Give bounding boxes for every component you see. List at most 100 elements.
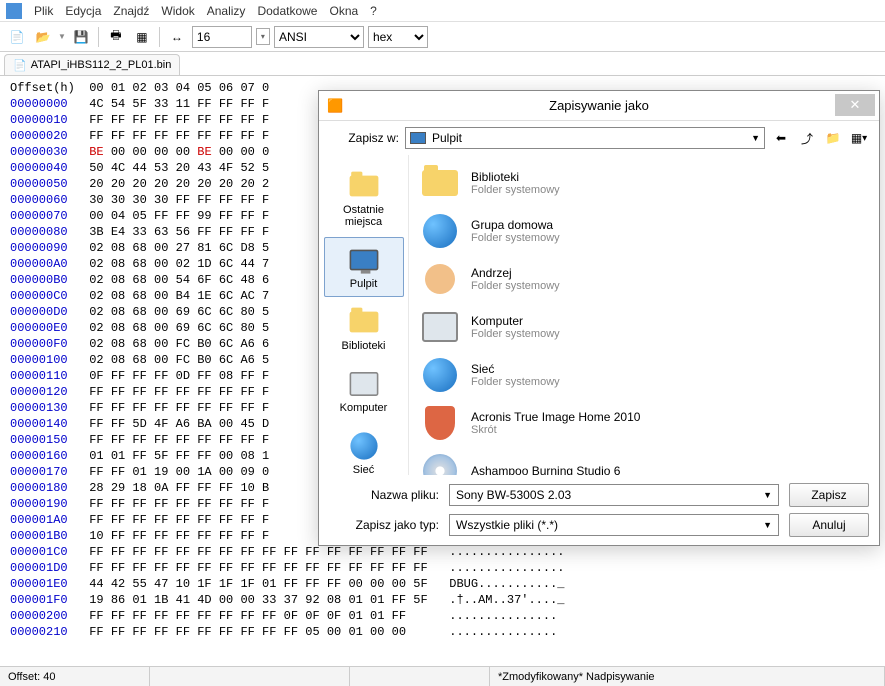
item-subtitle: Folder systemowy bbox=[471, 328, 560, 340]
dialog-bottom: Nazwa pliku: Sony BW-5300S 2.03 ▼ Zapisz… bbox=[319, 475, 879, 545]
save-button[interactable]: Zapisz bbox=[789, 483, 869, 507]
menu-item[interactable]: ? bbox=[370, 4, 377, 18]
status-empty1 bbox=[150, 667, 350, 686]
mode-select[interactable]: hex bbox=[368, 26, 428, 48]
item-subtitle: Folder systemowy bbox=[471, 280, 560, 292]
place-komputer[interactable]: Komputer bbox=[324, 361, 404, 421]
menu-item[interactable]: Dodatkowe bbox=[257, 4, 317, 18]
chip-icon[interactable]: ▦ bbox=[131, 26, 153, 48]
open-folder-icon[interactable]: 📂 bbox=[32, 26, 54, 48]
menu-item[interactable]: Widok bbox=[161, 4, 194, 18]
list-item[interactable]: AndrzejFolder systemowy bbox=[411, 255, 877, 303]
list-item[interactable]: KomputerFolder systemowy bbox=[411, 303, 877, 351]
place-icon bbox=[344, 170, 384, 202]
filename-input[interactable]: Sony BW-5300S 2.03 ▼ bbox=[449, 484, 779, 506]
filetype-value: Wszystkie pliki (*.*) bbox=[456, 518, 558, 532]
folder-icon bbox=[419, 163, 461, 203]
separator bbox=[98, 27, 99, 47]
place-icon bbox=[344, 430, 384, 462]
print-icon[interactable]: 🖶 bbox=[105, 26, 127, 48]
up-icon[interactable]: ⤴ bbox=[797, 128, 817, 148]
back-icon[interactable]: ⬅ bbox=[771, 128, 791, 148]
item-subtitle: Folder systemowy bbox=[471, 232, 560, 244]
places-bar: Ostatnie miejsca Pulpit Biblioteki Komputer… bbox=[319, 155, 409, 475]
item-subtitle: Folder systemowy bbox=[471, 376, 560, 388]
close-button[interactable]: ✕ bbox=[835, 94, 875, 116]
menu-item[interactable]: Plik bbox=[34, 4, 53, 18]
place-label: Ostatnie miejsca bbox=[327, 204, 401, 228]
users-icon bbox=[419, 211, 461, 251]
shield-icon bbox=[419, 403, 461, 443]
dialog-title: Zapisywanie jako bbox=[549, 98, 649, 113]
place-ostatnie-miejsca[interactable]: Ostatnie miejsca bbox=[324, 163, 404, 235]
tab-label: ATAPI_iHBS112_2_PL01.bin bbox=[31, 59, 172, 71]
new-file-icon[interactable]: 📄 bbox=[6, 26, 28, 48]
statusbar: Offset: 40 *Zmodyfikowany* Nadpisywanie bbox=[0, 666, 885, 686]
chevron-down-icon: ▼ bbox=[763, 490, 772, 500]
save-in-label: Zapisz w: bbox=[329, 131, 399, 145]
item-name: Biblioteki bbox=[471, 170, 560, 184]
columns-input[interactable] bbox=[192, 26, 252, 48]
save-in-combo[interactable]: Pulpit ▼ bbox=[405, 127, 765, 149]
menu-item[interactable]: Analizy bbox=[207, 4, 246, 18]
place-sieć[interactable]: Sieć bbox=[324, 423, 404, 475]
menu-item[interactable]: Okna bbox=[329, 4, 358, 18]
item-name: Sieć bbox=[471, 362, 560, 376]
save-in-row: Zapisz w: Pulpit ▼ ⬅ ⤴ 📁 ▦▾ bbox=[319, 121, 879, 155]
disk-icon bbox=[419, 451, 461, 475]
place-icon bbox=[344, 368, 384, 400]
chevron-down-icon: ▼ bbox=[763, 520, 772, 530]
menu-item[interactable]: Znajdź bbox=[113, 4, 149, 18]
item-name: Komputer bbox=[471, 314, 560, 328]
desktop-icon bbox=[410, 132, 426, 144]
place-pulpit[interactable]: Pulpit bbox=[324, 237, 404, 297]
list-item[interactable]: Ashampoo Burning Studio 6 bbox=[411, 447, 877, 475]
list-item[interactable]: Grupa domowaFolder systemowy bbox=[411, 207, 877, 255]
item-subtitle: Skrót bbox=[471, 424, 640, 436]
dialog-titlebar: 🟧 Zapisywanie jako ✕ bbox=[319, 91, 879, 121]
place-label: Sieć bbox=[327, 464, 401, 475]
app-icon bbox=[6, 3, 22, 19]
arrows-icon[interactable]: ↔ bbox=[166, 26, 188, 48]
user-icon bbox=[419, 259, 461, 299]
place-icon bbox=[344, 244, 384, 276]
view-menu-icon[interactable]: ▦▾ bbox=[849, 128, 869, 148]
status-offset: Offset: 40 bbox=[0, 667, 150, 686]
file-tab[interactable]: 📄 ATAPI_iHBS112_2_PL01.bin bbox=[4, 54, 180, 75]
item-name: Ashampoo Burning Studio 6 bbox=[471, 464, 620, 475]
save-icon[interactable]: 💾 bbox=[70, 26, 92, 48]
item-name: Andrzej bbox=[471, 266, 560, 280]
menu-item[interactable]: Edycja bbox=[65, 4, 101, 18]
hxd-icon: 🟧 bbox=[327, 98, 343, 114]
encoding-select[interactable]: ANSI bbox=[274, 26, 364, 48]
filetype-select[interactable]: Wszystkie pliki (*.*) ▼ bbox=[449, 514, 779, 536]
item-name: Acronis True Image Home 2010 bbox=[471, 410, 640, 424]
chevron-down-icon[interactable]: ▾ bbox=[256, 28, 270, 45]
file-icon: 📄 bbox=[13, 59, 27, 72]
save-in-value: Pulpit bbox=[432, 131, 462, 145]
chevron-down-icon: ▼ bbox=[751, 133, 760, 143]
place-biblioteki[interactable]: Biblioteki bbox=[324, 299, 404, 359]
pc-icon bbox=[419, 307, 461, 347]
list-item[interactable]: Acronis True Image Home 2010Skrót bbox=[411, 399, 877, 447]
save-as-dialog: 🟧 Zapisywanie jako ✕ Zapisz w: Pulpit ▼ … bbox=[318, 90, 880, 546]
cancel-button[interactable]: Anuluj bbox=[789, 513, 869, 537]
item-subtitle: Folder systemowy bbox=[471, 184, 560, 196]
filename-value: Sony BW-5300S 2.03 bbox=[456, 488, 571, 502]
place-label: Pulpit bbox=[327, 278, 401, 290]
place-label: Biblioteki bbox=[327, 340, 401, 352]
separator bbox=[159, 27, 160, 47]
toolbar: 📄 📂 ▼ 💾 🖶 ▦ ↔ ▾ ANSI hex bbox=[0, 22, 885, 52]
place-label: Komputer bbox=[327, 402, 401, 414]
list-item[interactable]: SiećFolder systemowy bbox=[411, 351, 877, 399]
chevron-down-icon[interactable]: ▼ bbox=[58, 32, 66, 41]
menubar: Plik Edycja Znajdź Widok Analizy Dodatko… bbox=[0, 0, 885, 22]
filename-label: Nazwa pliku: bbox=[329, 488, 439, 502]
new-folder-icon[interactable]: 📁 bbox=[823, 128, 843, 148]
status-modified: *Zmodyfikowany* Nadpisywanie bbox=[490, 667, 885, 686]
list-item[interactable]: BibliotekiFolder systemowy bbox=[411, 159, 877, 207]
filetype-label: Zapisz jako typ: bbox=[329, 518, 439, 532]
file-list[interactable]: BibliotekiFolder systemowyGrupa domowaFo… bbox=[409, 155, 879, 475]
globe-icon bbox=[419, 355, 461, 395]
tab-bar: 📄 ATAPI_iHBS112_2_PL01.bin bbox=[0, 52, 885, 76]
